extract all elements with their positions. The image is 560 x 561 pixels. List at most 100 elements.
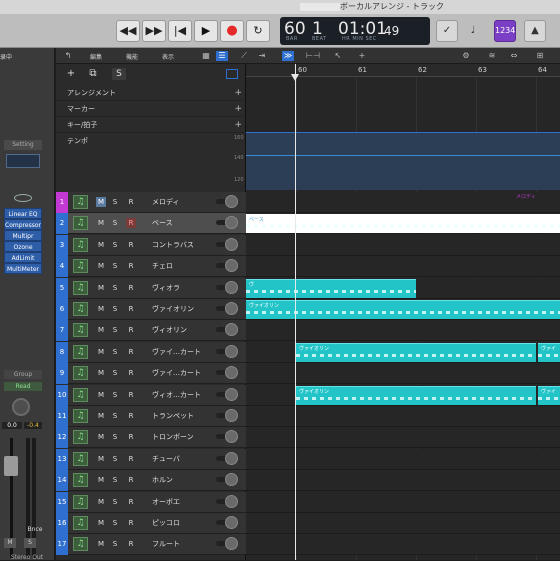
record-enable-button[interactable]: R <box>126 390 136 400</box>
play-button[interactable]: ▶ <box>194 20 218 42</box>
solo-button[interactable]: S <box>110 261 120 271</box>
track-name[interactable]: チューバ <box>152 449 180 470</box>
track-name[interactable]: ベース <box>152 213 173 234</box>
track-name[interactable]: フルート <box>152 534 180 555</box>
solo-button[interactable]: S <box>110 497 120 507</box>
track-name[interactable]: ヴィオ…カート <box>152 385 201 406</box>
mute-button[interactable]: M <box>96 218 106 228</box>
track-row[interactable]: 15 ♫ M S R オーボエ <box>56 492 246 513</box>
plugin-slot-2[interactable]: Compressor <box>4 219 42 230</box>
pan-knob[interactable] <box>225 302 238 315</box>
mute-button[interactable]: M <box>96 240 106 250</box>
solo-button[interactable]: S <box>110 283 120 293</box>
solo-button[interactable]: S <box>110 197 120 207</box>
mute-button[interactable]: M <box>96 325 106 335</box>
secondary-tool-icon[interactable]: + <box>356 51 368 61</box>
track-row[interactable]: 11 ♫ M S R トランペット <box>56 406 246 427</box>
plugin-slot-6[interactable]: MultiMeter <box>4 263 42 274</box>
pan-knob[interactable] <box>225 216 238 229</box>
global-tracks-toggle[interactable] <box>226 69 238 79</box>
bounce-button[interactable]: Bnce <box>24 526 46 533</box>
solo-button[interactable]: S <box>110 539 120 549</box>
instrument-icon[interactable]: ♫ <box>73 259 88 273</box>
midi-region[interactable]: ヴァイオリン <box>296 386 536 405</box>
plugin-slot-5[interactable]: AdLimit <box>4 252 42 263</box>
instrument-icon[interactable]: ♫ <box>73 473 88 487</box>
record-enable-button[interactable]: R <box>126 304 136 314</box>
instrument-icon[interactable]: ♫ <box>73 345 88 359</box>
functions-menu[interactable]: 機能 <box>126 52 138 61</box>
duplicate-track-button[interactable]: ⧉ <box>86 68 100 80</box>
global-track-arrangement[interactable]: アレンジメント + <box>56 86 246 101</box>
record-enable-button[interactable]: R <box>126 432 136 442</box>
pan-knob[interactable] <box>225 537 238 550</box>
mute-button[interactable]: M <box>96 347 106 357</box>
global-track-marker[interactable]: マーカー + <box>56 102 246 117</box>
mute-button[interactable]: M <box>96 497 106 507</box>
mute-button[interactable]: M <box>96 432 106 442</box>
midi-region[interactable]: ヴァイ <box>538 386 560 405</box>
mute-button[interactable]: M <box>96 539 106 549</box>
solo-button[interactable]: S <box>110 475 120 485</box>
automation-mode[interactable]: Read <box>4 382 42 391</box>
track-row[interactable]: 5 ♫ M S R ヴィオラ <box>56 278 246 299</box>
solo-button[interactable]: S <box>110 218 120 228</box>
track-row[interactable]: 14 ♫ M S R ホルン <box>56 470 246 491</box>
forward-button[interactable]: ▶▶ <box>142 20 166 42</box>
track-row[interactable]: 16 ♫ M S R ピッコロ <box>56 513 246 534</box>
track-row[interactable]: 4 ♫ M S R チェロ <box>56 256 246 277</box>
track-row[interactable]: 6 ♫ M S R ヴァイオリン <box>56 299 246 320</box>
edit-menu[interactable]: 編集 <box>90 52 102 61</box>
mute-button[interactable]: M <box>96 475 106 485</box>
count-button[interactable]: 1234 <box>494 20 516 42</box>
record-enable-button[interactable]: R <box>126 240 136 250</box>
back-icon[interactable]: ↰ <box>62 51 74 61</box>
record-enable-button[interactable]: R <box>126 368 136 378</box>
pan-knob[interactable] <box>225 281 238 294</box>
settings-gear-icon[interactable]: ⚙ <box>460 51 472 61</box>
track-row[interactable]: 12 ♫ M S R トロンボーン <box>56 427 246 448</box>
pan-knob[interactable] <box>225 345 238 358</box>
inspector-mute-button[interactable]: M <box>4 538 16 548</box>
track-name[interactable]: オーボエ <box>152 492 180 513</box>
instrument-icon[interactable]: ♫ <box>73 366 88 380</box>
instrument-icon[interactable]: ♫ <box>73 195 88 209</box>
add-track-button[interactable]: + <box>64 68 78 80</box>
tuner-icon[interactable]: ♩ <box>462 20 484 42</box>
metronome-icon[interactable]: ▲ <box>524 20 546 42</box>
pan-knob[interactable] <box>225 516 238 529</box>
instrument-icon[interactable]: ♫ <box>73 430 88 444</box>
solo-button[interactable]: S <box>110 411 120 421</box>
record-enable-button[interactable]: R <box>126 497 136 507</box>
record-button[interactable]: ● <box>220 20 244 42</box>
mute-button[interactable]: M <box>96 304 106 314</box>
track-name[interactable]: ホルン <box>152 470 173 491</box>
pan-knob[interactable] <box>225 409 238 422</box>
track-row[interactable]: 3 ♫ M S R コントラバス <box>56 235 246 256</box>
rewind-button[interactable]: ◀◀ <box>116 20 140 42</box>
lcd-display[interactable]: 60 BAR 1 BEAT 01:01 49 HR MIN SEC <box>280 17 430 45</box>
melody-region-label[interactable]: メロディ <box>516 193 536 200</box>
solo-button[interactable]: S <box>110 432 120 442</box>
track-name[interactable]: ピッコロ <box>152 513 180 534</box>
track-lane[interactable] <box>246 449 560 470</box>
track-row[interactable]: 1 ♫ M S R メロディ <box>56 192 246 213</box>
inspector-solo-button[interactable]: S <box>24 538 36 548</box>
mute-button[interactable]: M <box>96 261 106 271</box>
plugin-slot-4[interactable]: Ozone Imag <box>4 241 42 262</box>
record-enable-button[interactable]: R <box>126 283 136 293</box>
track-name[interactable]: トランペット <box>152 406 194 427</box>
flex-icon[interactable]: ⇥ <box>256 51 268 61</box>
track-row[interactable]: 17 ♫ M S R フルート <box>56 534 246 555</box>
track-row[interactable]: 2 ♫ M S R ベース <box>56 213 246 234</box>
track-lane[interactable] <box>246 427 560 448</box>
mute-button[interactable]: M <box>96 283 106 293</box>
record-enable-button[interactable]: R <box>126 518 136 528</box>
track-name[interactable]: ヴィオリン <box>152 320 187 341</box>
record-enable-button[interactable]: R <box>126 218 136 228</box>
pan-knob[interactable] <box>225 366 238 379</box>
grid-view-icon[interactable]: ▦ <box>200 51 212 61</box>
go-to-start-button[interactable]: |◀ <box>168 20 192 42</box>
solo-global-button[interactable]: S <box>112 68 126 80</box>
count-in-button[interactable]: ✓ <box>436 20 458 42</box>
